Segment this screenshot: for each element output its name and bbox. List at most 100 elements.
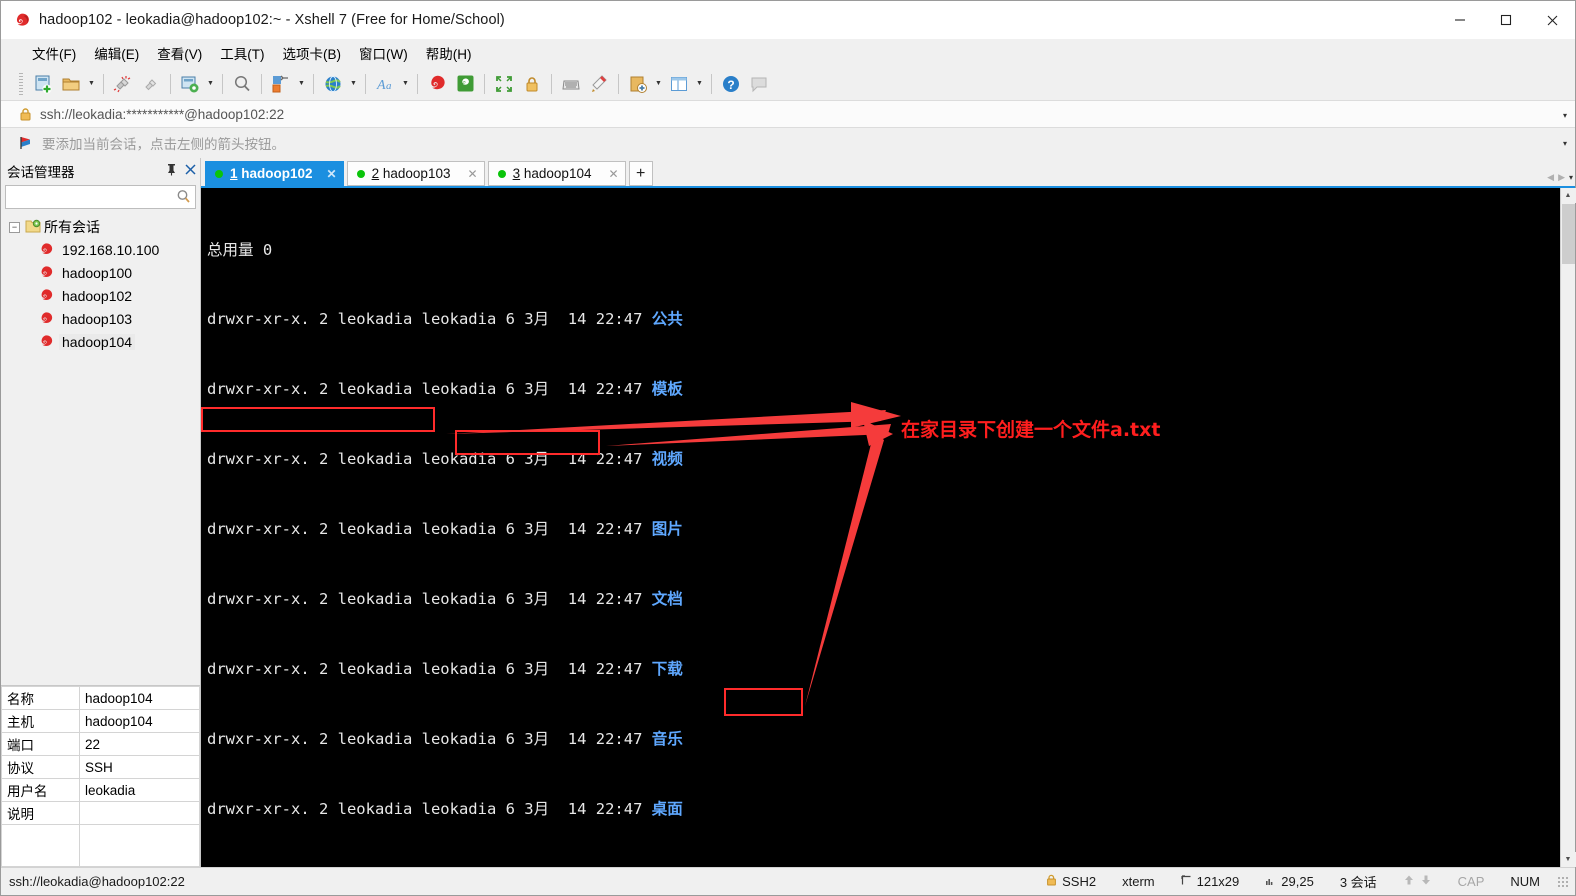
session-properties-caret-icon[interactable]: ▼: [204, 70, 217, 97]
close-icon[interactable]: [185, 164, 196, 178]
pin-icon[interactable]: [166, 163, 177, 179]
minimize-button[interactable]: [1437, 1, 1483, 39]
connected-status-icon: [356, 169, 365, 178]
toolbar-separator: [365, 73, 366, 94]
new-session-icon[interactable]: [29, 70, 57, 97]
layout-icon[interactable]: [665, 70, 693, 97]
status-protocol: SSH2: [1033, 874, 1109, 889]
font-icon[interactable]: A a: [371, 70, 399, 97]
address-bar[interactable]: ssh://leokadia:***********@hadoop102:22 …: [1, 100, 1575, 128]
tab-hadoop103[interactable]: 2 hadoop103 ✕: [346, 161, 485, 186]
address-value[interactable]: ssh://leokadia:***********@hadoop102:22: [40, 107, 284, 122]
maximize-button[interactable]: [1483, 1, 1529, 39]
arrow-touch-to-note: [606, 424, 891, 446]
tab-prev-icon[interactable]: ◀: [1547, 172, 1554, 183]
open-folder-caret-icon[interactable]: ▼: [85, 70, 98, 97]
status-num-lock: NUM: [1510, 874, 1540, 889]
terminal-screen[interactable]: 总用量 0 drwxr-xr-x. 2 leokadia leokadia 6 …: [201, 188, 1560, 867]
box-atxt: [724, 688, 803, 716]
terminal-line: drwxr-xr-x. 2 leokadia leokadia 6 3月 14 …: [207, 380, 683, 399]
new-tab-caret-icon[interactable]: ▼: [652, 70, 665, 97]
session-label: hadoop104: [59, 333, 136, 350]
window-resize-grip[interactable]: [1557, 875, 1569, 888]
menu-item-edit[interactable]: 编辑(E): [85, 40, 148, 66]
tab-list-icon[interactable]: ▾: [1569, 173, 1573, 182]
font-caret-icon[interactable]: ▼: [399, 70, 412, 97]
new-tab-button[interactable]: +: [628, 161, 653, 186]
red-flag-icon: [19, 135, 34, 151]
status-cursor-label: 29,25: [1281, 874, 1314, 889]
session-label: 192.168.10.100: [62, 241, 160, 258]
reconnect-icon[interactable]: [137, 70, 165, 97]
tab-next-icon[interactable]: ▶: [1558, 172, 1565, 183]
menu-item-file[interactable]: 文件(F): [23, 40, 85, 66]
session-icon: [39, 334, 54, 349]
new-tab-icon[interactable]: [624, 70, 652, 97]
table-row: 协议 SSH: [1, 755, 200, 779]
tab-close-icon[interactable]: ✕: [454, 167, 478, 181]
hint-chevron-down-icon[interactable]: ▾: [1563, 128, 1567, 158]
window-title: hadoop102 - leokadia@hadoop102:~ - Xshel…: [39, 12, 505, 28]
table-row: 说明: [1, 801, 200, 825]
fullscreen-icon[interactable]: [490, 70, 518, 97]
session-item-192-168-10-100[interactable]: 192.168.10.100: [1, 238, 200, 261]
session-item-hadoop104[interactable]: hadoop104: [1, 330, 200, 353]
connected-status-icon: [215, 169, 223, 178]
layout-caret-icon[interactable]: ▼: [693, 70, 706, 97]
prop-key: 端口: [1, 732, 80, 756]
file-transfer-caret-icon[interactable]: ▼: [295, 70, 308, 97]
menu-item-tabs[interactable]: 选项卡(B): [274, 40, 351, 66]
highlight-icon[interactable]: [585, 70, 613, 97]
status-cursor: 29,25: [1252, 874, 1327, 889]
scrollbar-thumb[interactable]: [1561, 204, 1575, 264]
file-transfer-icon[interactable]: [267, 70, 295, 97]
terminal-text: 总用量 0: [207, 240, 273, 259]
close-button[interactable]: [1529, 1, 1575, 39]
tab-hadoop102[interactable]: 1 hadoop102 ✕: [205, 161, 344, 186]
menu-item-view[interactable]: 查看(V): [148, 40, 211, 66]
terminal-scrollbar[interactable]: ▲ ▼: [1560, 188, 1576, 867]
session-properties-icon[interactable]: [176, 70, 204, 97]
prop-key: 用户名: [1, 778, 80, 802]
lock-icon[interactable]: [518, 70, 546, 97]
scroll-up-icon[interactable]: ▲: [1560, 188, 1576, 203]
toolbar-separator: [170, 73, 171, 94]
tab-navigation: ◀ ▶ ▾: [1547, 172, 1573, 183]
folder-sessions-icon: [25, 219, 41, 236]
comment-icon[interactable]: [745, 70, 773, 97]
globe-caret-icon[interactable]: ▼: [347, 70, 360, 97]
menu-item-help[interactable]: 帮助(H): [417, 40, 481, 66]
hint-bar: 要添加当前会话，点击左侧的箭头按钮。 ▾: [1, 128, 1575, 158]
session-item-hadoop100[interactable]: hadoop100: [1, 261, 200, 284]
menu-item-window[interactable]: 窗口(W): [350, 40, 417, 66]
help-icon[interactable]: ?: [717, 70, 745, 97]
tree-root-all-sessions[interactable]: − 所有会话: [1, 216, 200, 238]
session-icon: [39, 311, 54, 326]
find-icon[interactable]: [228, 70, 256, 97]
menu-item-tools[interactable]: 工具(T): [211, 40, 273, 66]
session-search-box[interactable]: [5, 185, 196, 209]
lock-icon: [19, 107, 32, 121]
xshell-icon[interactable]: [423, 70, 451, 97]
disconnect-icon[interactable]: [109, 70, 137, 97]
title-bar: hadoop102 - leokadia@hadoop102:~ - Xshel…: [1, 1, 1575, 39]
chevron-down-icon[interactable]: ▾: [1563, 101, 1567, 129]
keyboard-icon[interactable]: [557, 70, 585, 97]
toolbar-grip[interactable]: [19, 72, 23, 95]
toolbar-separator: [551, 73, 552, 94]
search-icon[interactable]: [176, 189, 191, 207]
tab-hadoop104[interactable]: 3 hadoop104 ✕: [487, 161, 626, 186]
search-input[interactable]: [6, 187, 195, 207]
tab-close-icon[interactable]: ✕: [595, 167, 619, 181]
tab-close-icon[interactable]: ✕: [313, 167, 337, 181]
scroll-down-icon[interactable]: ▼: [1560, 852, 1576, 867]
xftp-icon[interactable]: [451, 70, 479, 97]
table-row: 用户名 leokadia: [1, 778, 200, 802]
expander-icon[interactable]: −: [9, 221, 20, 233]
open-folder-icon[interactable]: [57, 70, 85, 97]
session-item-hadoop103[interactable]: hadoop103: [1, 307, 200, 330]
toolbar-separator: [313, 73, 314, 94]
session-item-hadoop102[interactable]: hadoop102: [1, 284, 200, 307]
prop-value: SSH: [79, 755, 200, 779]
globe-icon[interactable]: [319, 70, 347, 97]
